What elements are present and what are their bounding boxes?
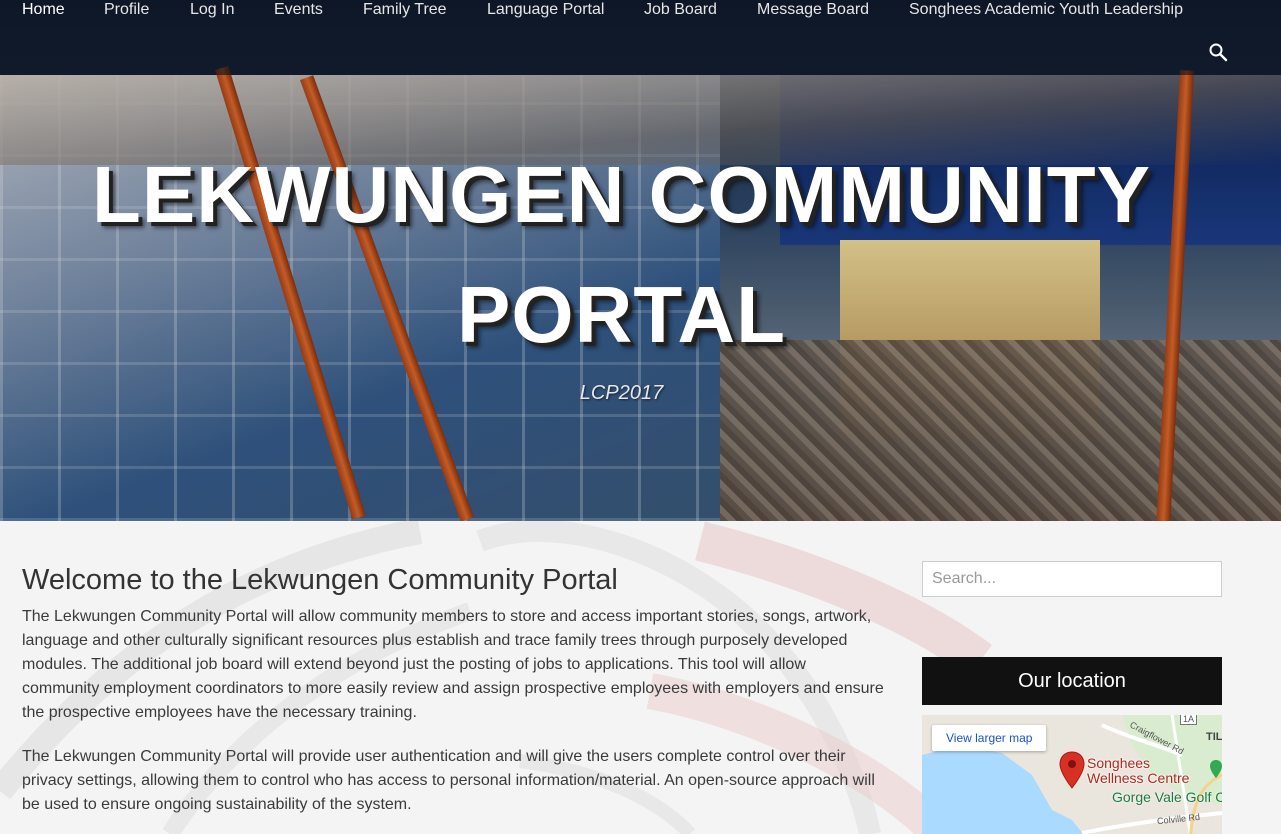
hero-banner: LEKWUNGEN COMMUNITY PORTAL LCP2017 — [0, 0, 1281, 521]
nav-item-log-in[interactable]: Log In — [190, 0, 234, 20]
search-toggle-button[interactable] — [1208, 42, 1230, 64]
search-icon — [1209, 43, 1228, 62]
sidebar: Our location View larger map Songhees We… — [922, 561, 1222, 834]
nav-item-events[interactable]: Events — [274, 0, 323, 20]
main-column: Welcome to the Lekwungen Community Porta… — [22, 561, 884, 834]
map-place-label: Songhees Wellness Centre — [1087, 755, 1190, 786]
nav-item-family-tree[interactable]: Family Tree — [363, 0, 447, 20]
privacy-paragraph: The Lekwungen Community Portal will prov… — [22, 748, 875, 813]
map-area-label: TIL — [1206, 731, 1222, 743]
site-tagline: LCP2017 — [579, 382, 664, 404]
view-larger-map-button[interactable]: View larger map — [932, 725, 1047, 751]
location-map[interactable]: View larger map Songhees Wellness Centre… — [922, 715, 1222, 834]
map-golf-label: Gorge Vale Golf C — [1112, 789, 1222, 805]
nav-item-language-portal[interactable]: Language Portal — [487, 0, 604, 20]
golf-marker-icon — [1210, 760, 1222, 778]
nav-item-job-board[interactable]: Job Board — [644, 0, 717, 20]
nav-item-home[interactable]: Home — [22, 0, 65, 20]
location-widget-title: Our location — [922, 657, 1222, 705]
nav-item-profile[interactable]: Profile — [104, 0, 149, 20]
nav-item-songhees-academic-youth-leadership[interactable]: Songhees Academic Youth Leadership — [909, 0, 1183, 20]
site-title: LEKWUNGEN COMMUNITY PORTAL — [0, 135, 1243, 375]
page-heading: Welcome to the Lekwungen Community Porta… — [22, 564, 618, 596]
intro-paragraph: The Lekwungen Community Portal will allo… — [22, 608, 884, 721]
map-highway-shield: 1A — [1180, 715, 1198, 725]
sidebar-search-input[interactable] — [922, 561, 1222, 597]
main-navigation: Home Profile Log In Events Family Tree L… — [0, 0, 1281, 75]
site-title-line-2: PORTAL — [457, 270, 786, 359]
content-area: Welcome to the Lekwungen Community Porta… — [0, 521, 1281, 834]
site-title-line-1: LEKWUNGEN COMMUNITY — [92, 150, 1151, 239]
nav-item-message-board[interactable]: Message Board — [757, 0, 869, 20]
map-pin-icon[interactable] — [1059, 751, 1085, 789]
